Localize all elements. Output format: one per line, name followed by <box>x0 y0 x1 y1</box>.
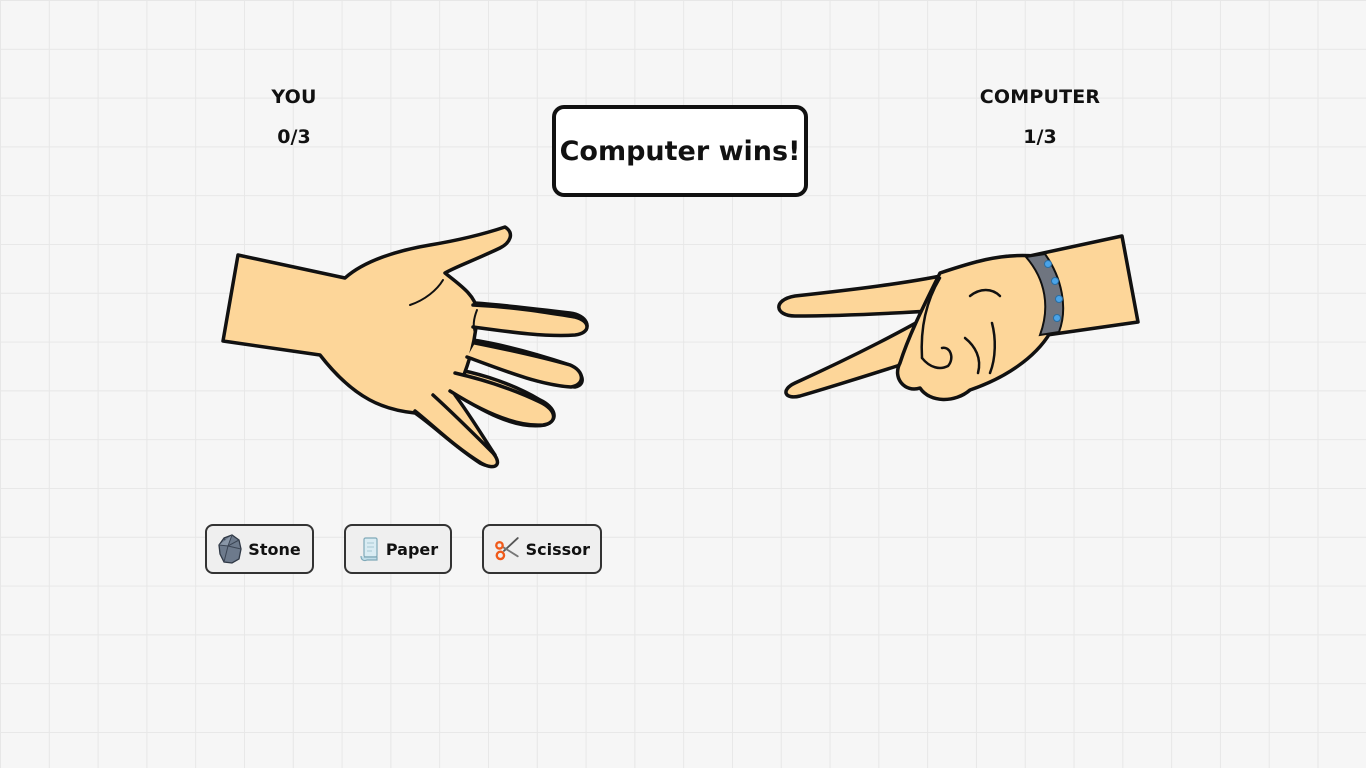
paper-button-label: Paper <box>385 539 439 559</box>
scissors-icon <box>495 537 519 561</box>
open-hand-icon <box>221 225 589 469</box>
computer-score: 1/3 <box>1023 126 1057 148</box>
stone-button-label: Stone <box>248 539 301 559</box>
computer-score-panel: COMPUTER 1/3 <box>960 86 1120 148</box>
player-label: YOU <box>271 86 317 108</box>
paper-button[interactable]: Paper <box>344 524 452 574</box>
player-score-panel: YOU 0/3 <box>244 86 344 148</box>
scissor-button[interactable]: Scissor <box>482 524 602 574</box>
computer-label: COMPUTER <box>979 86 1101 108</box>
peace-hand-icon <box>777 234 1140 402</box>
scissor-button-label: Scissor <box>525 539 590 559</box>
player-score: 0/3 <box>277 126 311 148</box>
paper-scroll-icon <box>360 537 378 562</box>
result-message: Computer wins! <box>552 105 808 197</box>
stone-button[interactable]: Stone <box>205 524 314 574</box>
rock-icon <box>218 534 242 564</box>
